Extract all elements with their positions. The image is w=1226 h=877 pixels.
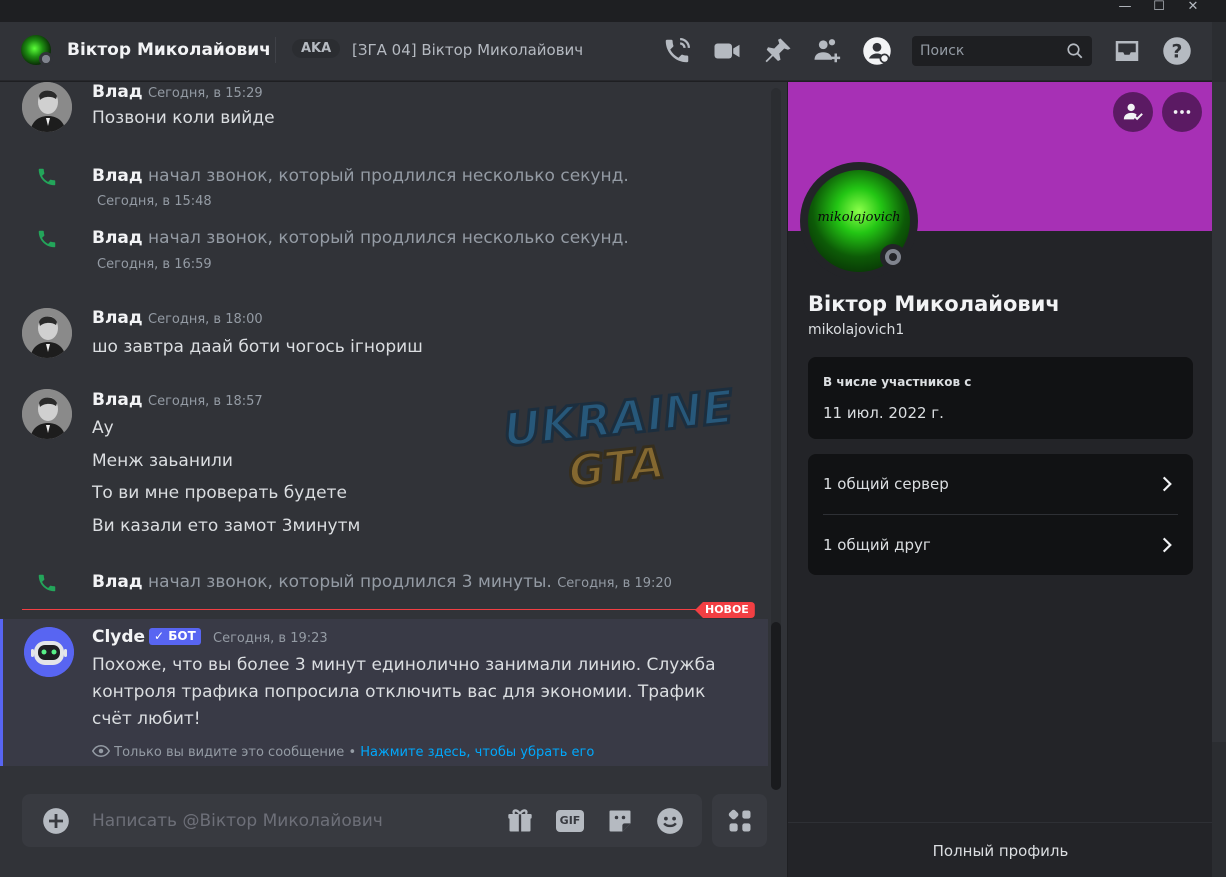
profile-avatar-lettering: mikolajovich (817, 210, 901, 225)
emoji-icon[interactable] (656, 807, 684, 835)
window-titlebar: — ☐ ✕ (0, 0, 1226, 22)
call-text: начал звонок, который продлился нескольк… (148, 228, 629, 248)
author-avatar[interactable] (22, 308, 72, 358)
close-window-button[interactable]: ✕ (1176, 0, 1210, 20)
search-icon (1067, 43, 1083, 59)
message-author[interactable]: Влад (92, 82, 143, 102)
profile-status-offline-icon (880, 244, 906, 270)
minimize-button[interactable]: — (1108, 0, 1142, 20)
call-system-message: Влад начал звонок, который продлился нес… (92, 166, 629, 186)
bot-badge: ✓ БОТ (149, 628, 201, 645)
aka-badge[interactable]: AKA (292, 39, 341, 58)
call-text: начал звонок, который продлился 3 минуты… (148, 572, 552, 592)
message-input[interactable] (92, 808, 472, 834)
call-timestamp: Сегодня, в 19:20 (557, 576, 672, 591)
message-timestamp: Сегодня, в 18:00 (148, 312, 263, 327)
video-call-icon[interactable] (712, 36, 742, 66)
message-composer[interactable]: GIF (22, 794, 702, 847)
mutual-servers-row[interactable]: 1 общий сервер (808, 454, 1193, 515)
mutuals-card: 1 общий сервер 1 общий друг (808, 454, 1193, 575)
header-status-offline-icon (39, 52, 53, 66)
clyde-ephemeral-message: Clyde ✓ БОТ Сегодня, в 19:23 Похоже, что… (0, 619, 768, 766)
header-divider (275, 37, 276, 63)
call-system-message: Влад начал звонок, который продлился 3 м… (92, 572, 672, 592)
svg-text:?: ? (1172, 41, 1183, 62)
call-author[interactable]: Влад (92, 166, 143, 186)
bot-message-text: Похоже, что вы более 3 минут единолично … (92, 655, 716, 729)
user-profile-panel: mikolajovich Віктор Миколайович mikolajo… (787, 82, 1213, 877)
apps-button[interactable] (712, 794, 767, 847)
call-text: начал звонок, который продлился нескольк… (148, 166, 629, 186)
call-timestamp: Сегодня, в 16:59 (97, 257, 212, 272)
search-input[interactable] (920, 40, 1060, 62)
gift-icon[interactable] (506, 807, 534, 835)
dismiss-message-link[interactable]: Нажмите здесь, чтобы убрать его (360, 745, 594, 760)
message-author[interactable]: Влад (92, 308, 143, 328)
mutual-friends-label: 1 общий друг (823, 536, 931, 554)
ephemeral-note-text: Только вы видите это сообщение • (114, 745, 357, 760)
mutual-servers-label: 1 общий сервер (823, 475, 949, 493)
more-options-icon (1173, 110, 1191, 114)
call-timestamp: Сегодня, в 15:48 (97, 194, 212, 209)
call-started-icon (38, 230, 56, 248)
message-text: шо завтра даай боти чогось ігнориш (92, 337, 423, 357)
author-avatar[interactable] (22, 82, 72, 132)
maximize-button[interactable]: ☐ (1142, 0, 1176, 20)
voice-call-icon[interactable] (662, 36, 692, 66)
add-friends-to-dm-icon[interactable] (812, 36, 842, 66)
help-icon[interactable]: ? (1162, 36, 1192, 66)
sticker-icon[interactable] (606, 807, 634, 835)
message-text: Менж заьанили (92, 451, 233, 471)
chat-scrollbar-thumb[interactable] (771, 622, 781, 790)
chevron-right-icon (1162, 476, 1172, 492)
message-text: То ви мне проверать будете (92, 483, 347, 503)
chevron-right-icon (1162, 537, 1172, 553)
pin-icon[interactable] (763, 36, 793, 66)
bot-author[interactable]: Clyde (92, 627, 145, 647)
ukraine-gta-watermark-logo: UKRAINE GTA (500, 382, 738, 492)
message-timestamp: Сегодня, в 15:29 (148, 86, 263, 101)
background-window-edge-inner (1212, 82, 1226, 742)
message-text: Позвони коли вийде (92, 108, 275, 128)
add-attachment-icon[interactable] (42, 807, 70, 835)
message-timestamp: Сегодня, в 19:23 (213, 631, 328, 646)
profile-action-button[interactable] (1113, 92, 1153, 132)
profile-more-button[interactable] (1162, 92, 1202, 132)
server-nickname: [ЗГА 04] Віктор Миколайович (352, 41, 584, 59)
member-since-title: В числе участников с (823, 375, 972, 389)
message-author[interactable]: Влад (92, 390, 143, 410)
profile-footer-divider (788, 822, 1213, 823)
user-check-icon (1123, 103, 1143, 121)
new-messages-divider (22, 609, 749, 610)
call-system-message: Влад начал звонок, который продлился нес… (92, 228, 629, 248)
message-text: Ау (92, 418, 114, 438)
call-started-icon (38, 168, 56, 186)
apps-icon (728, 809, 751, 832)
profile-username[interactable]: mikolajovich1 (808, 322, 904, 338)
full-profile-link[interactable]: Полный профиль (788, 842, 1213, 860)
call-started-icon (38, 574, 56, 592)
svg-text:GTA: GTA (566, 437, 667, 492)
new-messages-badge: НОВОЕ (695, 602, 755, 618)
message-timestamp: Сегодня, в 18:57 (148, 394, 263, 409)
search-box[interactable] (912, 36, 1092, 66)
profile-display-name: Віктор Миколайович (808, 292, 1060, 316)
inbox-icon[interactable] (1112, 36, 1142, 66)
call-author[interactable]: Влад (92, 572, 143, 592)
clyde-avatar[interactable] (24, 627, 74, 677)
dm-header: Віктор Миколайович AKA [ЗГА 04] Віктор М… (0, 22, 1212, 81)
ephemeral-note: Только вы видите это сообщение • Нажмите… (91, 744, 594, 760)
author-avatar[interactable] (22, 389, 72, 439)
member-since-date: 11 июл. 2022 г. (823, 404, 944, 422)
header-user-name[interactable]: Віктор Миколайович (67, 40, 271, 60)
member-since-card: В числе участников с 11 июл. 2022 г. (808, 357, 1193, 439)
user-profile-toggle-icon[interactable] (862, 36, 892, 66)
discord-window: — ☐ ✕ Віктор Миколайович AKA [ЗГА 04] Ві… (0, 0, 1226, 877)
gif-picker-button[interactable]: GIF (556, 810, 584, 832)
call-author[interactable]: Влад (92, 228, 143, 248)
chat-messages: Влад Сегодня, в 15:29 Позвони коли вийде… (0, 82, 787, 877)
message-text: Ви казали ето замот 3минутм (92, 516, 361, 536)
eye-icon (91, 744, 111, 758)
mutual-friends-row[interactable]: 1 общий друг (808, 515, 1193, 576)
